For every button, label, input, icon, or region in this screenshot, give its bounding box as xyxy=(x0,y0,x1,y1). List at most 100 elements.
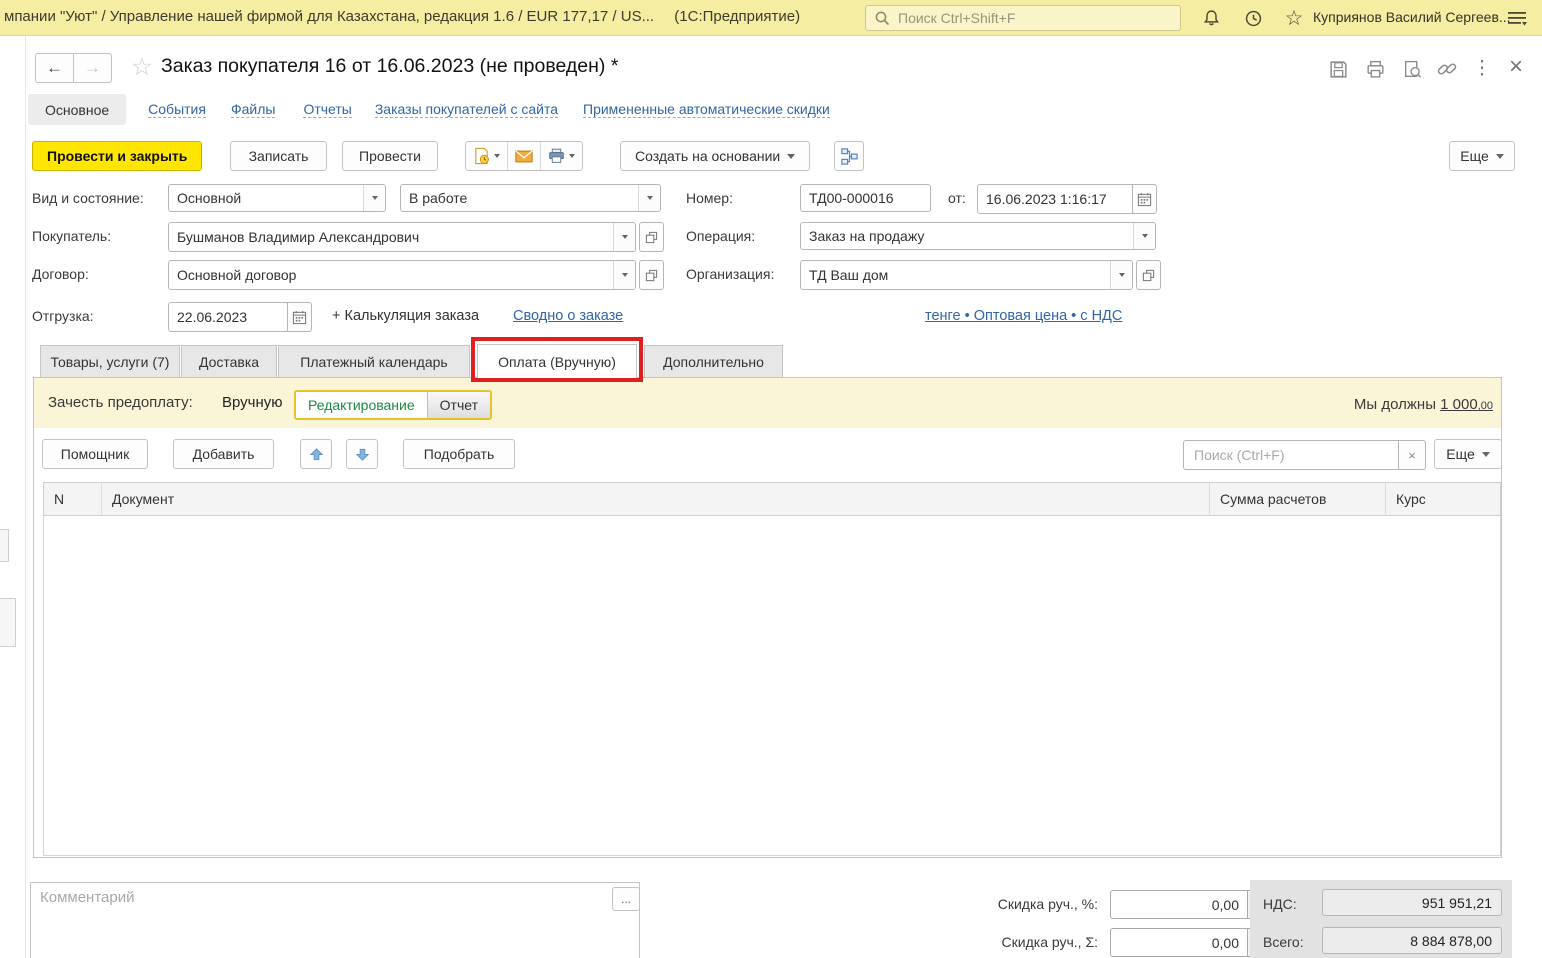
dropdown-button[interactable] xyxy=(1110,261,1132,289)
favorite-toggle[interactable]: ☆ xyxy=(128,53,156,81)
print-button[interactable] xyxy=(1362,57,1388,81)
pick-items-button[interactable]: Подобрать xyxy=(403,439,515,469)
save-button[interactable] xyxy=(1325,57,1351,81)
prepay-label: Зачесть предоплату: xyxy=(48,394,193,411)
comment-input[interactable] xyxy=(31,883,639,958)
nav-link-auto-discounts[interactable]: Примененные автоматические скидки xyxy=(583,101,830,118)
open-organization-button[interactable] xyxy=(1136,260,1161,290)
edit-mode-button[interactable]: Редактирование xyxy=(296,392,427,418)
global-search[interactable] xyxy=(865,5,1181,31)
nav-link-files[interactable]: Файлы xyxy=(231,101,275,118)
dropdown-button[interactable] xyxy=(613,223,635,251)
kind-combobox[interactable]: Основной xyxy=(168,184,386,212)
tab-additional[interactable]: Дополнительно xyxy=(644,345,783,378)
post-button[interactable]: Провести xyxy=(342,141,438,171)
search-icon xyxy=(874,10,890,26)
discount-sum-group: 0,00 xyxy=(1110,928,1273,957)
report-mode-button[interactable]: Отчет xyxy=(427,392,490,418)
back-button[interactable]: ← xyxy=(35,53,74,83)
dropdown-button[interactable] xyxy=(638,185,660,211)
tab-payment-manual[interactable]: Оплата (Вручную) xyxy=(477,344,637,378)
toolbar-more-button[interactable]: Еще xyxy=(1449,141,1515,171)
related-documents-button[interactable] xyxy=(834,141,864,171)
nav-link-reports[interactable]: Отчеты xyxy=(303,101,351,118)
dropdown-button[interactable] xyxy=(363,185,385,211)
order-summary-link[interactable]: Сводно о заказе xyxy=(513,308,623,324)
tab-delivery[interactable]: Доставка xyxy=(181,345,277,378)
main-menu-button[interactable] xyxy=(1503,8,1531,30)
notifications-button[interactable] xyxy=(1198,6,1224,30)
operation-combobox[interactable]: Заказ на продажу xyxy=(800,222,1156,250)
contract-combobox[interactable]: Основной договор xyxy=(168,260,636,290)
dropdown-button[interactable] xyxy=(1133,223,1155,249)
operation-value: Заказ на продажу xyxy=(801,228,1133,244)
organization-combobox[interactable]: ТД Ваш дом xyxy=(800,260,1133,290)
send-email-button[interactable] xyxy=(507,142,540,170)
post-and-close-button[interactable]: Провести и закрыть xyxy=(32,141,202,171)
shipment-date-input[interactable]: 22.06.2023 xyxy=(168,302,288,332)
date-input[interactable]: 16.06.2023 1:16:17 xyxy=(977,184,1133,214)
move-down-button[interactable] xyxy=(346,439,378,469)
global-search-input[interactable] xyxy=(896,9,1172,27)
close-button[interactable]: × xyxy=(1504,54,1528,80)
print-menu-button[interactable] xyxy=(540,142,582,170)
grid-search-input[interactable] xyxy=(1192,446,1390,464)
column-header-rate[interactable]: Курс xyxy=(1386,482,1501,516)
organization-value: ТД Ваш дом xyxy=(801,267,1110,283)
vat-value: 951 951,21 xyxy=(1322,889,1502,916)
nav-link-events[interactable]: События xyxy=(148,101,206,118)
favorites-button[interactable]: ☆ xyxy=(1281,5,1307,31)
create-based-on-button[interactable]: Создать на основании xyxy=(620,141,810,171)
history-button[interactable] xyxy=(1240,6,1266,30)
discount-sum-input[interactable]: 0,00 xyxy=(1110,928,1248,957)
more-actions-button[interactable]: ⋮ xyxy=(1472,55,1492,81)
chevron-down-icon xyxy=(1496,154,1504,159)
tab-payment-calendar[interactable]: Платежный календарь xyxy=(278,345,470,378)
background-window-fragment xyxy=(0,529,9,562)
get-link-button[interactable] xyxy=(1434,57,1460,81)
customer-combobox[interactable]: Бушманов Владимир Александрович xyxy=(168,222,636,252)
grid-search[interactable] xyxy=(1183,440,1399,470)
number-input[interactable]: ТД00-000016 xyxy=(800,184,931,212)
attach-file-button[interactable] xyxy=(466,142,507,170)
column-header-document[interactable]: Документ xyxy=(102,482,1210,516)
grid-more-button[interactable]: Еще xyxy=(1434,439,1502,469)
arrow-down-icon xyxy=(355,447,370,462)
nav-tab-main[interactable]: Основное xyxy=(28,94,126,125)
comment-expand-button[interactable]: ... xyxy=(612,887,640,911)
discount-pct-input[interactable]: 0,00 xyxy=(1110,890,1248,919)
we-owe-amount-link[interactable]: 1 000,00 xyxy=(1440,396,1493,413)
state-combobox[interactable]: В работе xyxy=(400,184,661,212)
vat-label: НДС: xyxy=(1263,890,1297,918)
user-menu[interactable]: Куприянов Василий Сергеев... xyxy=(1313,9,1511,25)
chevron-down-icon xyxy=(569,154,575,158)
toolbar-icon-group xyxy=(465,141,583,171)
preview-button[interactable] xyxy=(1399,57,1425,81)
order-calculation-toggle[interactable]: + Калькуляция заказа xyxy=(332,308,479,324)
tab-goods-services[interactable]: Товары, услуги (7) xyxy=(40,345,180,378)
open-customer-button[interactable] xyxy=(639,222,664,252)
open-icon xyxy=(645,269,658,282)
currency-price-link[interactable]: тенге • Оптовая цена • с НДС xyxy=(925,308,1122,324)
comment-box[interactable] xyxy=(30,882,640,958)
forward-button[interactable]: → xyxy=(73,53,112,83)
open-contract-button[interactable] xyxy=(639,260,664,290)
window-left-edge xyxy=(25,36,26,958)
nav-link-site-orders[interactable]: Заказы покупателей с сайта xyxy=(375,101,558,118)
calendar-button[interactable] xyxy=(287,302,312,332)
arrow-up-icon xyxy=(309,447,324,462)
write-button[interactable]: Записать xyxy=(230,141,327,171)
move-up-button[interactable] xyxy=(300,439,332,469)
we-owe-amount: 1 000 xyxy=(1440,396,1478,413)
column-header-settlement-sum[interactable]: Сумма расчетов xyxy=(1210,482,1386,516)
clear-search-button[interactable]: × xyxy=(1399,440,1426,470)
chevron-down-icon xyxy=(372,196,378,200)
calendar-button[interactable] xyxy=(1132,184,1157,214)
dropdown-button[interactable] xyxy=(613,261,635,289)
discount-pct-label: Скидка руч., %: xyxy=(960,890,1098,918)
assistant-button[interactable]: Помощник xyxy=(42,439,148,469)
add-row-button[interactable]: Добавить xyxy=(173,439,274,469)
column-header-n[interactable]: N xyxy=(43,482,102,516)
table-body-empty[interactable] xyxy=(43,516,1501,856)
forward-icon: → xyxy=(84,58,101,78)
